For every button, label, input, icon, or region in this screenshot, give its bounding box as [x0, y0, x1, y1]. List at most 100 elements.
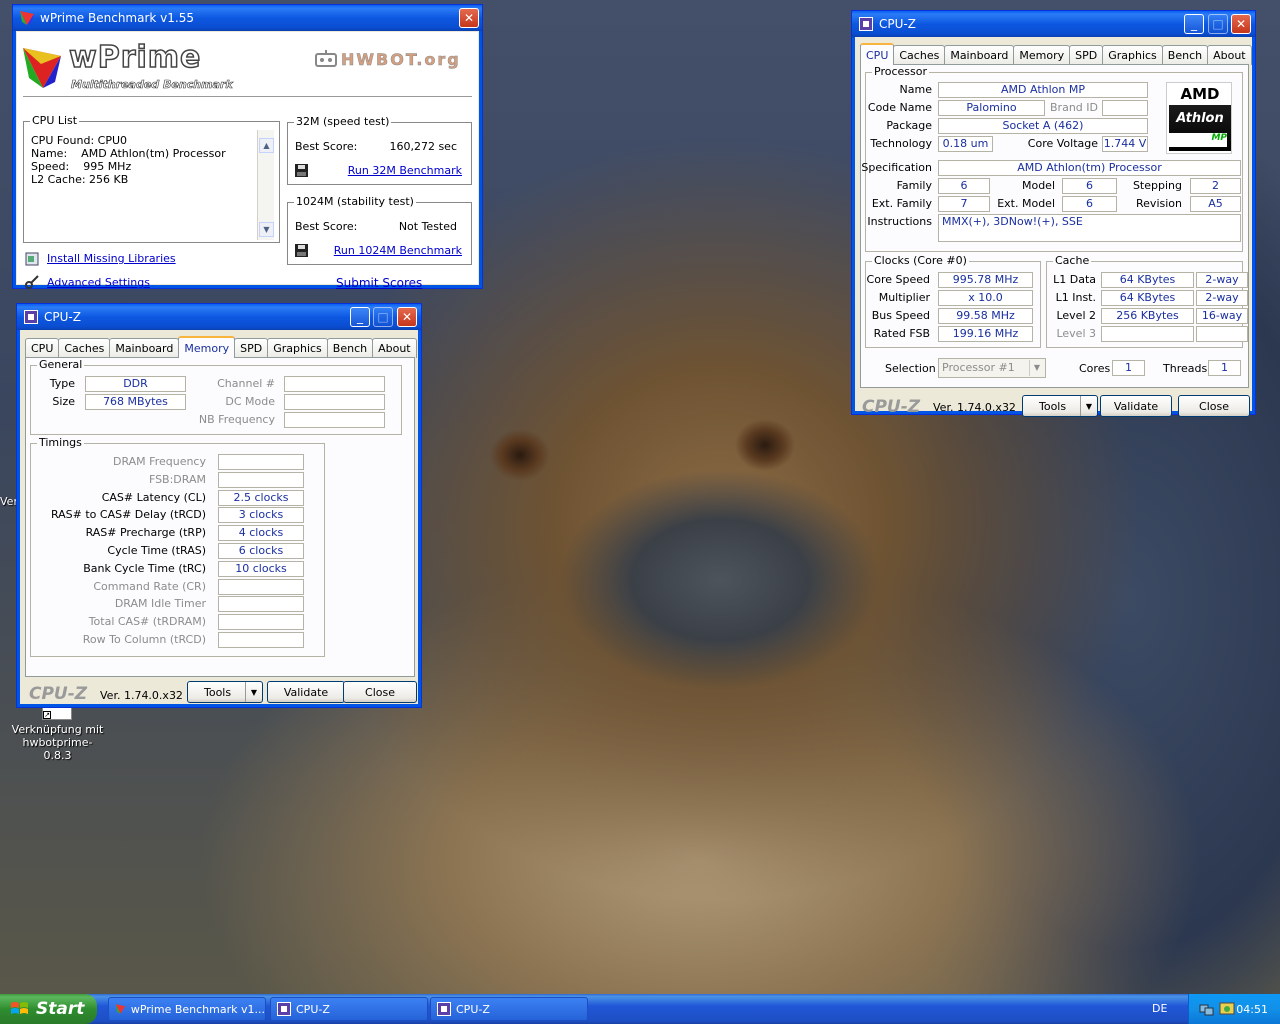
wprime-titlebar[interactable]: wPrime Benchmark v1.55 [13, 5, 482, 31]
level3-size [1101, 326, 1194, 342]
tab-memory[interactable]: Memory [1013, 45, 1071, 65]
validate-button[interactable]: Validate [267, 681, 345, 703]
validate-button[interactable]: Validate [1100, 395, 1172, 417]
timing-value [218, 596, 304, 613]
timing-label: Cycle Time (tRAS) [107, 544, 206, 557]
tab-graphics[interactable]: Graphics [267, 338, 328, 358]
floppy-save-icon[interactable] [295, 244, 308, 257]
cpu-list-box[interactable]: CPU Found: CPU0 Name: AMD Athlon(tm) Pro… [25, 130, 277, 240]
cpu-list-heading: CPU List [30, 114, 80, 127]
taskbar-item-wprime[interactable]: wPrime Benchmark v1... [108, 997, 266, 1021]
l1-data-way: 2-way [1196, 272, 1248, 288]
clocks-group: Clocks (Core #0) Core Speed 995.78 MHz M… [865, 254, 1041, 348]
taskbar-item-cpuz-2[interactable]: CPU-Z [430, 997, 588, 1021]
cpu-name-value: AMD Athlon(tm) Processor [81, 147, 226, 160]
tools-button[interactable]: Tools ▼ [1022, 395, 1098, 417]
minimize-button[interactable]: _ [1184, 14, 1204, 34]
model-label: Model [1021, 179, 1055, 192]
timings-heading: Timings [37, 436, 84, 449]
scroll-up-arrow-icon[interactable]: ▲ [259, 138, 274, 153]
name-label: Name [899, 83, 932, 96]
mem-size-value: 768 MBytes [85, 394, 186, 410]
tab-mainboard[interactable]: Mainboard [944, 45, 1015, 65]
test1024-best-value: Not Tested [398, 220, 457, 233]
ext-model-label: Ext. Model [997, 197, 1055, 210]
mem-type-value: DDR [85, 376, 186, 392]
timing-value: 6 clocks [218, 543, 304, 559]
tab-spd[interactable]: SPD [1069, 45, 1104, 65]
tab-cpu[interactable]: CPU [25, 338, 60, 358]
cpuz-cpu-title: CPU-Z [879, 17, 916, 31]
start-button[interactable]: Start [0, 994, 97, 1024]
tab-spd[interactable]: SPD [234, 338, 269, 358]
run-32m-link[interactable]: Run 32M Benchmark [348, 164, 462, 177]
hwbot-logo: HWBOT.org [313, 48, 473, 70]
minimize-button[interactable]: _ [350, 307, 370, 327]
close-button[interactable]: ✕ [397, 307, 417, 327]
level2-label: Level 2 [1056, 309, 1096, 322]
tools-dropdown-arrow-icon[interactable]: ▼ [1080, 396, 1097, 416]
test32-heading: 32M (speed test) [294, 115, 392, 128]
general-heading: General [37, 358, 85, 371]
shortcut-icon: ↗ [42, 706, 72, 720]
advanced-settings-link[interactable]: Advanced Settings [47, 276, 150, 289]
nb-frequency-label: NB Frequency [198, 413, 275, 426]
tab-memory[interactable]: Memory [178, 336, 236, 358]
maximize-button[interactable]: □ [1208, 14, 1228, 34]
language-indicator[interactable]: DE [1152, 1002, 1167, 1015]
start-label: Start [36, 999, 85, 1019]
test32-group: 32M (speed test) Best Score: 160,272 sec… [287, 115, 472, 185]
tab-bench[interactable]: Bench [326, 338, 374, 358]
close-window-button[interactable]: Close [1178, 395, 1250, 417]
wprime-close-button[interactable]: ✕ [459, 8, 479, 28]
maximize-button[interactable]: □ [373, 307, 393, 327]
tab-about[interactable]: About [1207, 45, 1252, 65]
desktop-shortcut[interactable]: ↗ Verknüpfung mit hwbotprime-0.8.3 [10, 706, 105, 762]
clock[interactable]: 04:51 [1236, 1003, 1268, 1016]
tab-cpu[interactable]: CPU [860, 43, 895, 65]
tab-caches[interactable]: Caches [893, 45, 946, 65]
tab-mainboard[interactable]: Mainboard [109, 338, 180, 358]
technology-label: Technology [870, 137, 932, 150]
processor-select[interactable]: Processor #1 ▼ [938, 358, 1046, 378]
tab-about[interactable]: About [372, 338, 417, 358]
specification-value: AMD Athlon(tm) Processor [938, 160, 1241, 176]
rated-fsb-value: 199.16 MHz [938, 326, 1033, 342]
cores-value: 1 [1112, 360, 1145, 376]
cores-label: Cores [1079, 362, 1111, 375]
timing-value: 3 clocks [218, 507, 304, 524]
cpuz-app-icon [277, 1002, 291, 1016]
processor-group: Processor Name AMD Athlon MP Code Name P… [861, 65, 1243, 252]
tools-dropdown-arrow-icon[interactable]: ▼ [245, 682, 262, 702]
codename-value: Palomino [938, 100, 1045, 116]
run-1024m-link[interactable]: Run 1024M Benchmark [334, 244, 462, 257]
nb-frequency-value [284, 412, 385, 428]
tab-graphics[interactable]: Graphics [1102, 45, 1163, 65]
close-window-button[interactable]: Close [343, 681, 417, 703]
cpuz-brand: CPU-Z [862, 397, 921, 417]
timing-label: CAS# Latency (CL) [101, 490, 206, 504]
tab-bench[interactable]: Bench [1161, 45, 1209, 65]
tools-button[interactable]: Tools ▼ [187, 681, 263, 703]
network-tray-icon[interactable] [1199, 1001, 1215, 1017]
security-tray-icon[interactable] [1219, 1001, 1235, 1017]
timing-label: Bank Cycle Time (tRC) [83, 561, 206, 575]
floppy-save-icon[interactable] [295, 164, 308, 177]
taskbar-item-cpuz-1[interactable]: CPU-Z [270, 997, 428, 1021]
stepping-label: Stepping [1132, 179, 1182, 192]
install-missing-libraries-link[interactable]: Install Missing Libraries [47, 252, 176, 265]
family-label: Family [896, 179, 932, 192]
select-dropdown-arrow-icon[interactable]: ▼ [1029, 360, 1044, 376]
cpuz-version: Ver. 1.74.0.x32 [933, 401, 1016, 414]
scroll-down-arrow-icon[interactable]: ▼ [259, 222, 274, 237]
tab-caches[interactable]: Caches [58, 338, 111, 358]
level3-way [1196, 326, 1248, 342]
cpu-list-scrollbar[interactable]: ▲ ▼ [257, 130, 274, 240]
cpuz-version: Ver. 1.74.0.x32 [100, 689, 183, 702]
cpuz-app-icon [858, 16, 874, 32]
brand-id-value [1102, 100, 1148, 116]
close-button[interactable]: ✕ [1231, 14, 1251, 34]
submit-scores-link[interactable]: Submit Scores [336, 276, 422, 290]
codename-label: Code Name [867, 101, 932, 114]
cpuz-app-icon [23, 309, 39, 325]
